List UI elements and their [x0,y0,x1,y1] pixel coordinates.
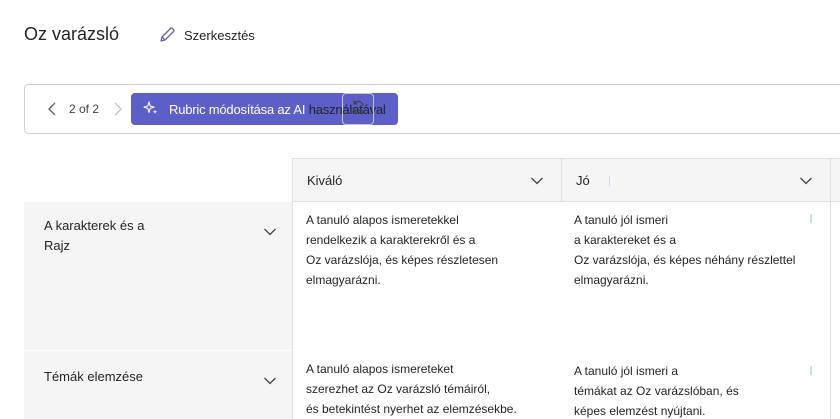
column-header-next [830,158,840,202]
refresh-icon [349,98,367,121]
previous-button[interactable] [45,100,61,118]
rubric-cell[interactable]: A tanuló alapos ismeretekkel rendelkezik… [292,202,562,351]
next-button[interactable] [109,100,125,118]
edit-label: Szerkesztés [184,27,255,43]
row-header-label: Témák elemzése [44,369,143,384]
rubric-toolbar: 2 of 2 Rubric módosítása az AI használat… [24,84,840,134]
chevron-down-icon[interactable] [262,373,278,394]
page-title: Oz varázsló [24,24,120,44]
rubric-cell[interactable]: A tanuló jól ismeri a karaktereket és a … [561,202,831,351]
column-header-label: Kiváló [307,172,343,188]
row-header-label: A karakterek és a Rajz [44,218,145,253]
cell-text: A tanuló jól ismeri a karaktereket és a … [574,213,796,287]
pager-text: 2 of 2 [69,102,100,116]
row-header-themes[interactable]: Témák elemzése [24,350,293,419]
ai-button-label-main: Rubric módosítása az AI [169,101,306,117]
text-cursor-mark [810,366,812,375]
chevron-down-icon[interactable] [262,224,278,245]
cell-text: A tanuló alapos ismeretekkel rendelkezik… [306,213,499,287]
row-header-characters[interactable]: A karakterek és a Rajz [24,202,293,350]
cell-text: A tanuló jól ismeri a témákat az Oz vará… [574,364,739,418]
rubric-cell[interactable]: A tanuló jól ismeri a témákat az Oz vará… [561,350,831,419]
chevron-down-icon[interactable] [798,173,814,194]
column-header-label: Jó [576,172,590,188]
chevron-right-icon [109,102,125,122]
cell-text: A tanuló alapos ismereteket szerezhet az… [306,362,517,416]
text-cursor-mark [810,214,812,223]
pencil-icon [158,26,176,44]
chevron-down-icon[interactable] [529,173,545,194]
chevron-left-icon [45,102,61,122]
rubric-cell[interactable]: A tanuló alapos ismereteket szerezhet az… [292,350,562,419]
sparkle-icon [143,100,159,119]
regenerate-button[interactable] [342,93,374,125]
text-cursor-mark [609,176,610,186]
edit-button[interactable]: Szerkesztés [158,26,255,44]
column-header-jo[interactable]: Jó [561,158,831,202]
column-header-kivalo[interactable]: Kiváló [292,158,562,202]
